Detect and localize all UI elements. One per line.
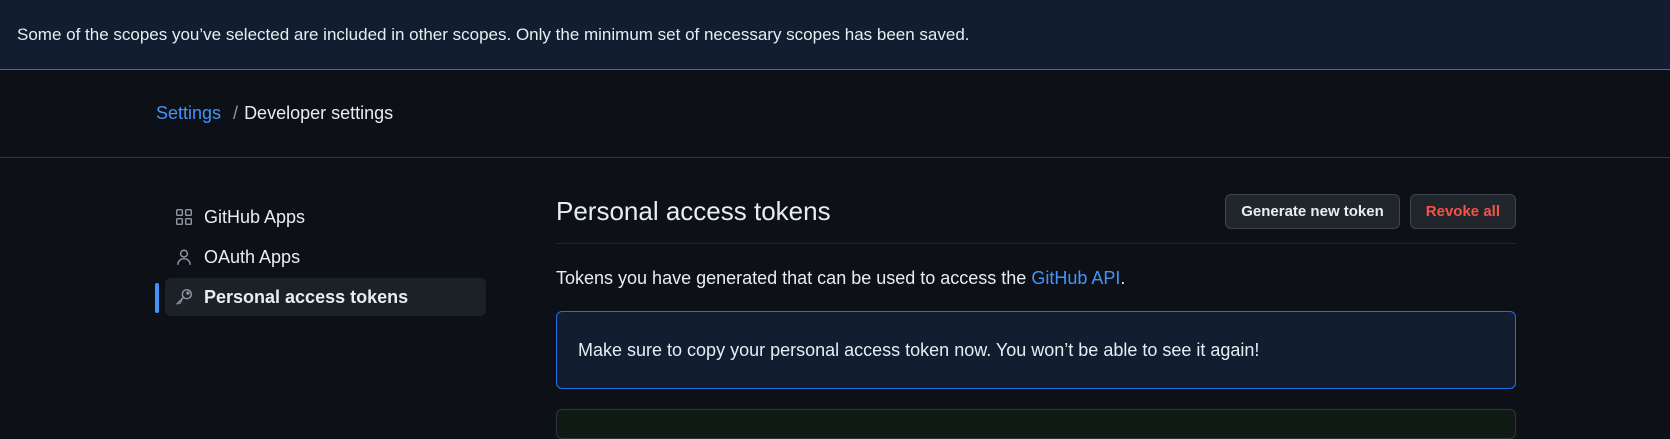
sidebar-item-personal-access-tokens[interactable]: Personal access tokens: [155, 278, 486, 316]
tokens-description: Tokens you have generated that can be us…: [556, 268, 1516, 289]
description-text: Tokens you have generated that can be us…: [556, 268, 1032, 288]
sidebar-item-oauth-apps[interactable]: OAuth Apps: [165, 238, 486, 276]
header-actions: Generate new token Revoke all: [1225, 194, 1516, 229]
breadcrumb-settings-link[interactable]: Settings: [156, 103, 221, 124]
page-header: Personal access tokens Generate new toke…: [556, 188, 1516, 244]
github-api-link[interactable]: GitHub API: [1031, 268, 1120, 288]
person-icon: [175, 248, 193, 266]
page-title: Personal access tokens: [556, 196, 831, 226]
sidebar-item-github-apps[interactable]: GitHub Apps: [165, 198, 486, 236]
sidebar-nav: GitHub Apps OAuth Apps Personal access t…: [155, 198, 486, 318]
breadcrumb-separator: /: [233, 103, 239, 123]
sidebar-item-label: Personal access tokens: [204, 286, 409, 307]
key-icon: [175, 288, 193, 306]
flash-message: Some of the scopes you’ve selected are i…: [17, 24, 970, 44]
sidebar-item-label: GitHub Apps: [204, 206, 306, 227]
main-content: Personal access tokens Generate new toke…: [556, 188, 1516, 439]
breadcrumb: Settings / Developer settings: [0, 70, 1670, 158]
revoke-all-button[interactable]: Revoke all: [1409, 194, 1516, 229]
description-suffix: .: [1120, 268, 1126, 288]
apps-icon: [175, 208, 193, 226]
generate-new-token-button[interactable]: Generate new token: [1225, 194, 1400, 229]
copy-token-notice: Make sure to copy your personal access t…: [556, 311, 1516, 389]
notice-text: Make sure to copy your personal access t…: [578, 339, 1260, 360]
sidebar-item-label: OAuth Apps: [204, 246, 301, 267]
breadcrumb-current: Developer settings: [244, 103, 394, 123]
flash-banner: Some of the scopes you’ve selected are i…: [0, 0, 1670, 70]
